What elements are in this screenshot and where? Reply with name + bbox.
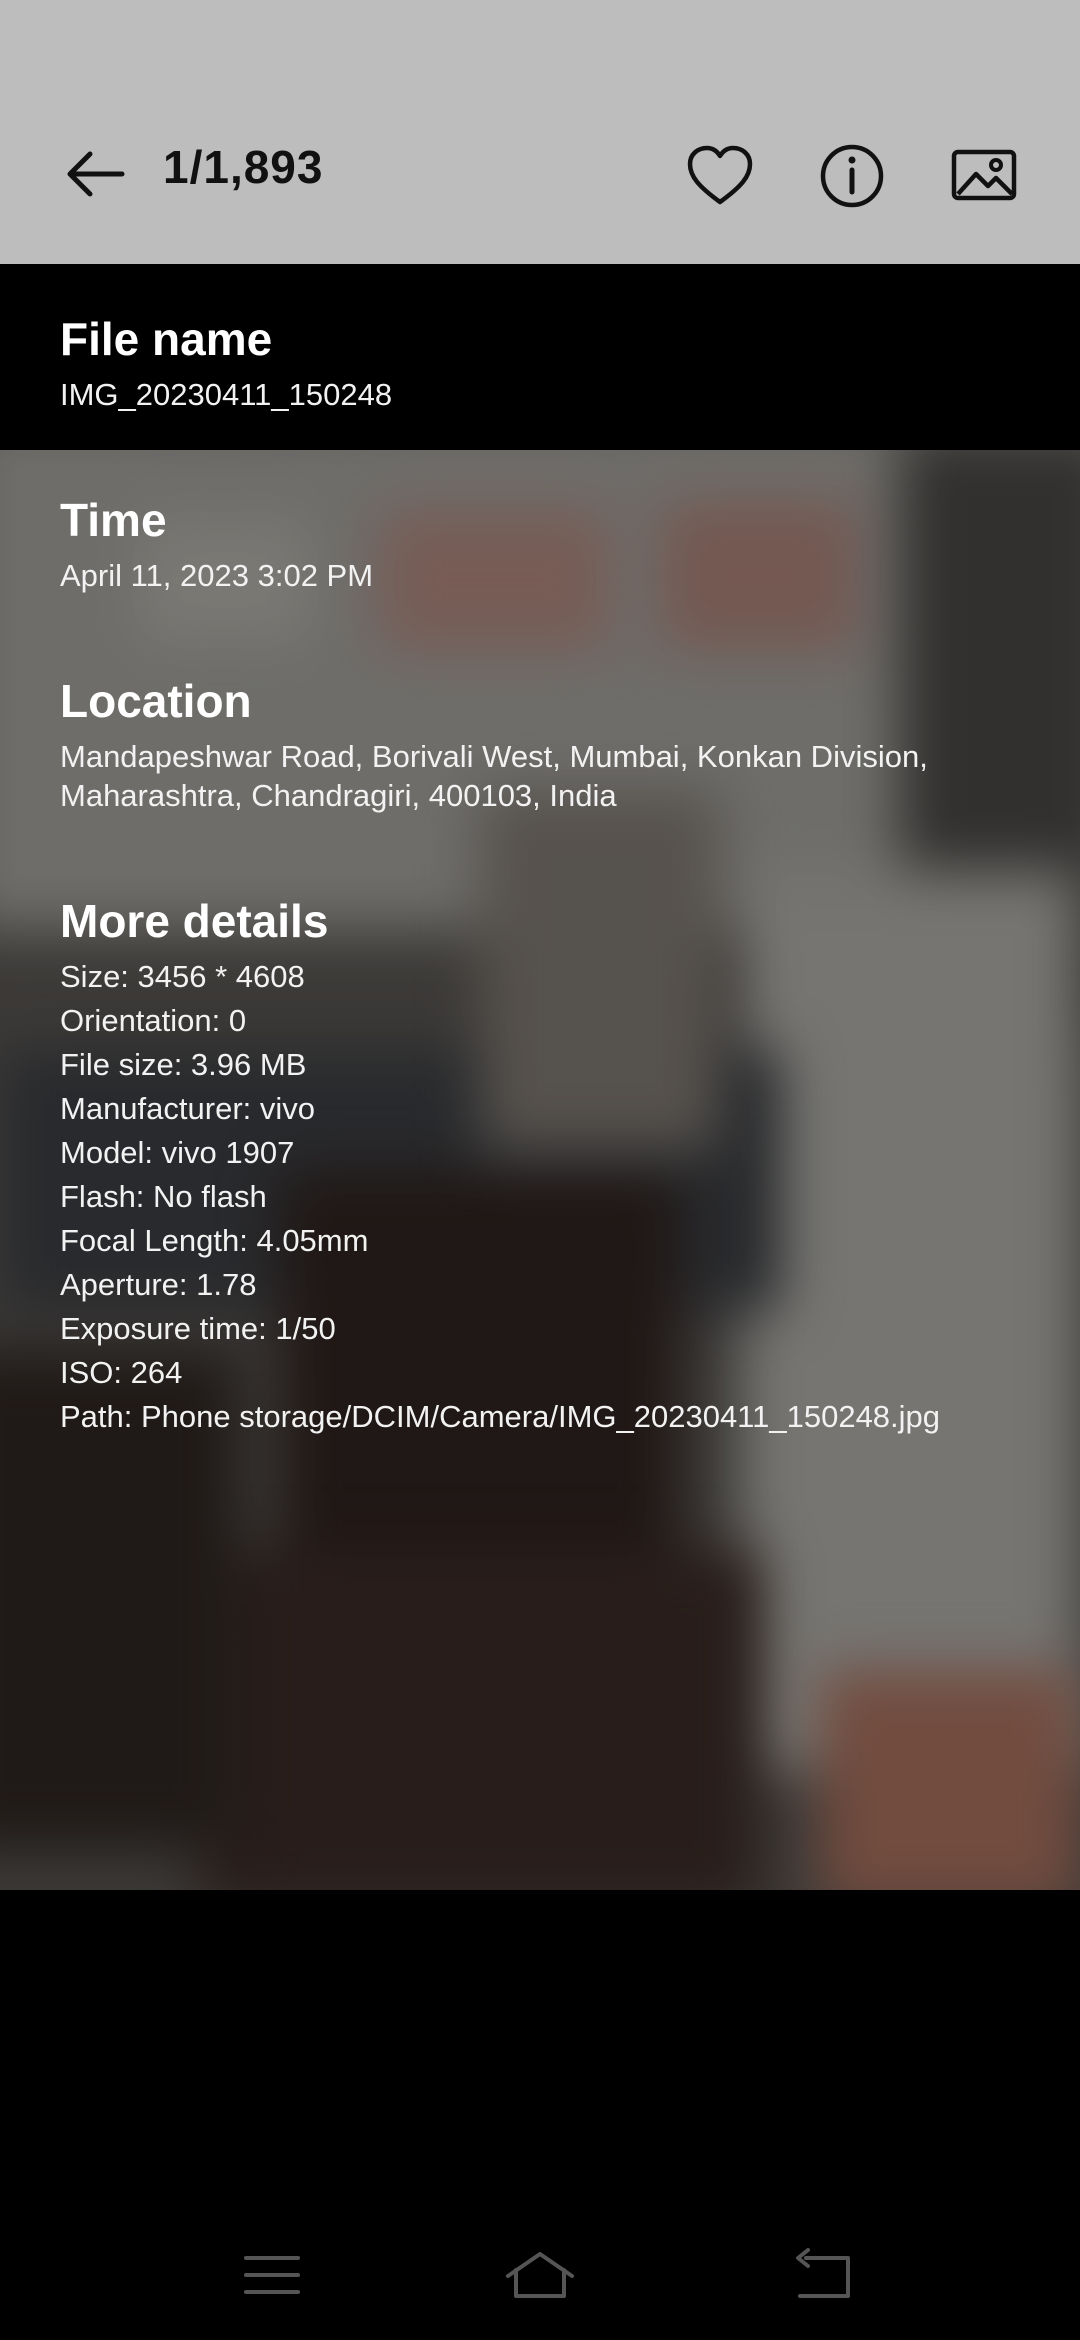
detail-iso: ISO: 264: [60, 1355, 183, 1390]
more-details-label: More details: [60, 895, 329, 947]
back-icon[interactable]: [784, 2240, 864, 2310]
location-label: Location: [60, 675, 252, 727]
time-label: Time: [60, 494, 167, 546]
detail-model: Model: vivo 1907: [60, 1135, 295, 1170]
info-icon[interactable]: [816, 140, 888, 212]
detail-exposure-time: Exposure time: 1/50: [60, 1311, 336, 1346]
menu-icon[interactable]: [232, 2240, 312, 2310]
detail-focal-length: Focal Length: 4.05mm: [60, 1223, 369, 1258]
detail-orientation: Orientation: 0: [60, 1003, 247, 1038]
detail-aperture: Aperture: 1.78: [60, 1267, 257, 1302]
photo-counter: 1/1,893: [163, 141, 324, 193]
file-name-label: File name: [60, 313, 273, 365]
detail-path: Path: Phone storage/DCIM/Camera/IMG_2023…: [60, 1399, 941, 1434]
home-icon[interactable]: [500, 2240, 580, 2310]
details-list: Size: 3456 * 4608 Orientation: 0 File si…: [60, 955, 940, 1439]
detail-manufacturer: Manufacturer: vivo: [60, 1091, 315, 1126]
top-bar: 1/1,893: [0, 0, 1080, 264]
location-line-1: Mandapeshwar Road, Borivali West, Mumbai…: [60, 739, 928, 774]
detail-flash: Flash: No flash: [60, 1179, 267, 1214]
gallery-icon[interactable]: [948, 140, 1020, 212]
back-arrow-icon[interactable]: [60, 142, 132, 206]
detail-size: Size: 3456 * 4608: [60, 959, 305, 994]
detail-file-size: File size: 3.96 MB: [60, 1047, 307, 1082]
heart-icon[interactable]: [684, 140, 756, 212]
location-line-2: Maharashtra, Chandragiri, 400103, India: [60, 778, 617, 813]
file-name-value: IMG_20230411_150248: [60, 377, 393, 412]
time-value: April 11, 2023 3:02 PM: [60, 558, 374, 593]
